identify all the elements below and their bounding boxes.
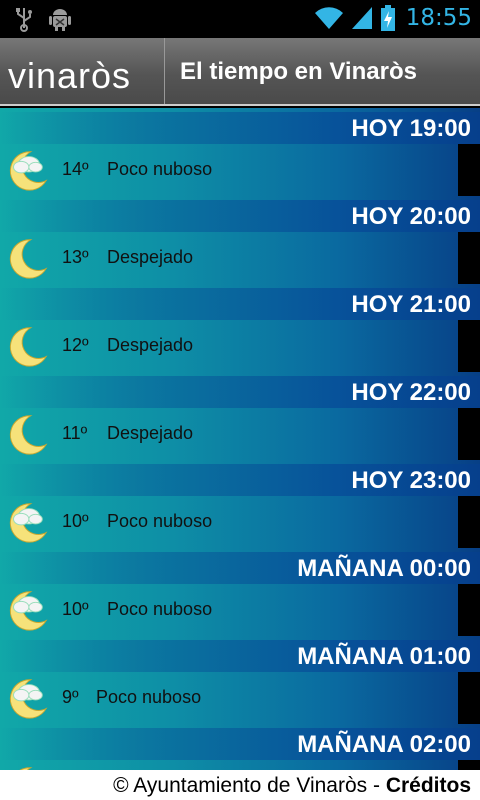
page-title: El tiempo en Vinaròs: [180, 58, 417, 85]
forecast-time-bar: MAÑANA 00:00: [0, 552, 480, 584]
forecast-time-bar: HOY 19:00: [0, 112, 480, 144]
moon-icon: [9, 239, 48, 279]
clock: 18:55: [405, 5, 472, 31]
forecast-description: Despejado: [107, 247, 194, 267]
forecast-time: HOY 19:00: [351, 115, 471, 142]
forecast-info: 13º Despejado: [0, 232, 458, 284]
copyright-text: © Ayuntamiento de Vinaròs -: [113, 774, 386, 797]
forecast-time: MAÑANA 00:00: [297, 555, 471, 582]
forecast-temperature: 11º: [62, 423, 88, 443]
forecast-description: Despejado: [107, 423, 194, 443]
wifi-icon: [314, 7, 343, 29]
forecast-temperature: 9º: [62, 687, 79, 707]
forecast-time: HOY 23:00: [351, 467, 471, 494]
row-edge: [458, 584, 480, 636]
forecast-time: HOY 20:00: [351, 203, 471, 230]
signal-icon: [351, 7, 372, 29]
footer: © Ayuntamiento de Vinaròs - Créditos: [0, 770, 480, 800]
row-edge: [458, 496, 480, 548]
forecast-time-bar: MAÑANA 01:00: [0, 640, 480, 672]
forecast-row[interactable]: HOY 19:00 14º Poco nuboso: [0, 108, 480, 196]
row-edge: [458, 320, 480, 372]
row-edge: [458, 672, 480, 724]
forecast-info: 14º Poco nuboso: [0, 144, 458, 196]
forecast-time: MAÑANA 01:00: [297, 643, 471, 670]
forecast-row[interactable]: HOY 21:00 12º Despejado: [0, 284, 480, 372]
moon-cloud-icon: [9, 503, 48, 543]
forecast-temperature: 14º: [62, 159, 89, 179]
forecast-temperature: 12º: [62, 335, 89, 355]
header-separator: [164, 38, 165, 104]
forecast-row[interactable]: MAÑANA 00:00 10º Poco nuboso: [0, 548, 480, 636]
forecast-time: HOY 22:00: [351, 379, 471, 406]
forecast-description: Poco nuboso: [107, 599, 213, 619]
forecast-description: Poco nuboso: [107, 511, 213, 531]
moon-cloud-icon: [9, 591, 48, 631]
forecast-description: Poco nuboso: [107, 159, 213, 179]
forecast-time: MAÑANA 02:00: [297, 731, 471, 758]
status-bar: 18:55: [0, 0, 480, 38]
row-edge: [458, 408, 480, 460]
moon-cloud-icon: [9, 679, 48, 719]
forecast-row[interactable]: HOY 22:00 11º Despejado: [0, 372, 480, 460]
forecast-list[interactable]: HOY 19:00 14º Poco nuboso HOY 20:00 13º Despe…: [0, 108, 480, 770]
svg-text:vinaròs: vinaròs: [8, 55, 131, 96]
forecast-time: HOY 21:00: [351, 291, 471, 318]
forecast-row[interactable]: HOY 23:00 10º Poco nuboso: [0, 460, 480, 548]
forecast-description: Despejado: [107, 335, 194, 355]
row-edge: [458, 232, 480, 284]
row-edge: [458, 144, 480, 196]
forecast-row[interactable]: MAÑANA 01:00 9º Poco nuboso: [0, 636, 480, 724]
forecast-info: 9º Poco nuboso: [0, 672, 458, 724]
credits-link[interactable]: Créditos: [386, 774, 471, 797]
forecast-time-bar: HOY 23:00: [0, 464, 480, 496]
android-debug-icon: [49, 9, 71, 31]
moon-cloud-icon: [19, 767, 33, 770]
forecast-time-bar: HOY 21:00: [0, 288, 480, 320]
moon-cloud-icon: [9, 151, 48, 191]
forecast-info: 11º Despejado: [0, 408, 458, 460]
usb-icon: [16, 8, 32, 32]
forecast-row[interactable]: HOY 20:00 13º Despejado: [0, 196, 480, 284]
forecast-time-bar: HOY 20:00: [0, 200, 480, 232]
forecast-description: Poco nuboso: [96, 687, 202, 707]
row-edge: [458, 760, 480, 770]
forecast-info: 12º Despejado: [0, 320, 458, 372]
forecast-temperature: 10º: [62, 511, 89, 531]
forecast-info: 10º Poco nuboso: [0, 584, 458, 636]
forecast-time-bar: MAÑANA 02:00: [0, 728, 480, 760]
moon-icon: [9, 327, 48, 367]
forecast-row[interactable]: MAÑANA 02:00: [0, 724, 480, 770]
vinaros-logo: vinaròs: [8, 55, 131, 96]
forecast-info: 10º Poco nuboso: [0, 496, 458, 548]
app-header: vinaròs El tiempo en Vinaròs: [0, 38, 480, 106]
forecast-temperature: 13º: [62, 247, 89, 267]
battery-charging-icon: [380, 5, 395, 31]
forecast-time-bar: HOY 22:00: [0, 376, 480, 408]
forecast-info: [0, 760, 458, 770]
forecast-temperature: 10º: [62, 599, 89, 619]
moon-icon: [9, 415, 48, 455]
